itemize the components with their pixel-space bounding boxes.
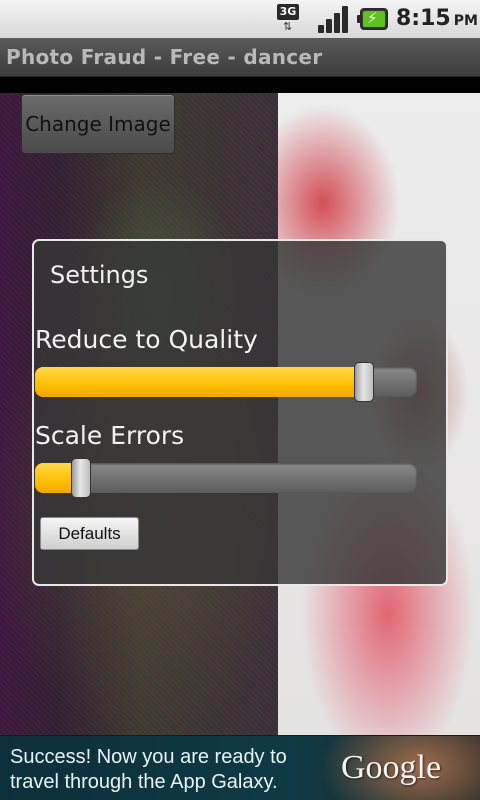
status-clock: 8:15 PM bbox=[396, 6, 478, 31]
settings-panel: Settings Reduce to Quality Scale Errors … bbox=[32, 239, 448, 586]
slider-track bbox=[35, 463, 417, 493]
change-image-button[interactable]: Change Image bbox=[21, 94, 175, 154]
clock-ampm: PM bbox=[453, 13, 478, 29]
slider-thumb[interactable] bbox=[70, 458, 91, 498]
settings-title: Settings bbox=[50, 261, 149, 289]
network-3g-icon: 3G ⇅ bbox=[277, 4, 311, 34]
clock-time: 8:15 bbox=[396, 6, 451, 31]
app-title-bar: Photo Fraud - Free - dancer bbox=[0, 38, 480, 77]
reduce-quality-label: Reduce to Quality bbox=[35, 325, 258, 354]
scale-errors-slider[interactable] bbox=[35, 458, 417, 498]
network-type-label: 3G bbox=[277, 4, 299, 20]
defaults-button[interactable]: Defaults bbox=[40, 517, 139, 550]
title-divider bbox=[0, 77, 480, 93]
data-activity-icon: ⇅ bbox=[283, 20, 293, 33]
scale-errors-label: Scale Errors bbox=[35, 421, 185, 450]
google-logo: Google bbox=[341, 749, 442, 786]
app-title: Photo Fraud - Free - dancer bbox=[6, 45, 323, 69]
ad-banner[interactable]: Success! Now you are ready to travel thr… bbox=[0, 735, 480, 800]
slider-thumb[interactable] bbox=[353, 362, 374, 402]
slider-progress bbox=[35, 367, 364, 397]
signal-strength-icon bbox=[318, 5, 350, 33]
battery-charging-icon: ⚡ bbox=[357, 8, 389, 30]
ad-text: Success! Now you are ready to travel thr… bbox=[10, 746, 287, 793]
app-screen: 3G ⇅ ⚡ 8:15 PM Photo Fraud - Free - dance… bbox=[0, 0, 480, 800]
status-bar: 3G ⇅ ⚡ 8:15 PM bbox=[0, 0, 480, 39]
reduce-quality-slider[interactable] bbox=[35, 362, 417, 402]
